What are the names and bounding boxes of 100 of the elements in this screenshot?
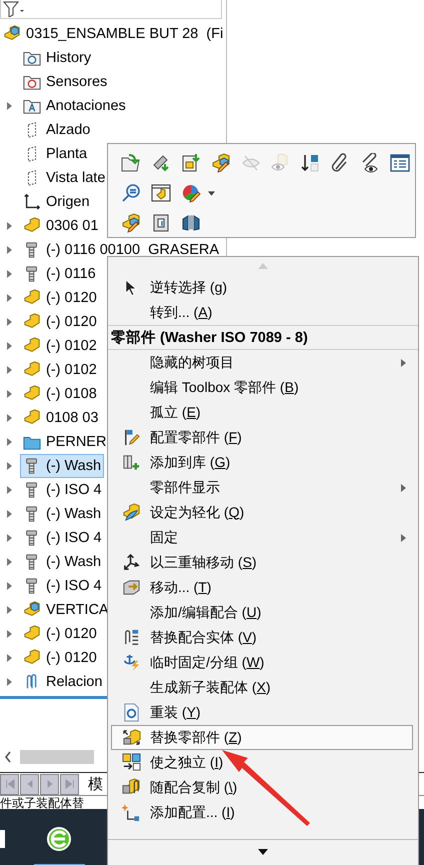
tree-item[interactable]: 0108 03: [20, 406, 102, 430]
tree-item[interactable]: History: [20, 46, 94, 70]
assembly-icon: [23, 601, 41, 619]
tree-item[interactable]: (-) 0102: [20, 334, 100, 358]
tree-item[interactable]: Relacion: [20, 670, 106, 694]
expand-arrow-icon[interactable]: [7, 318, 13, 326]
menu-header: 零部件 (Washer ISO 7089 - 8): [108, 325, 418, 350]
menu-item[interactable]: 转到... (A): [111, 300, 413, 325]
expand-arrow-icon[interactable]: [7, 486, 13, 494]
tree-item[interactable]: Sensores: [20, 70, 110, 94]
menu-item[interactable]: 替换零部件 (Z): [111, 725, 413, 750]
menu-item[interactable]: 逆转选择 (g): [111, 275, 413, 300]
menu-item[interactable]: 孤立 (E): [111, 400, 413, 425]
expand-arrow-icon[interactable]: [7, 606, 13, 614]
expand-arrow-icon[interactable]: [7, 342, 13, 350]
expand-arrow-icon[interactable]: [7, 102, 13, 110]
menu-item[interactable]: 临时固定/分组 (W): [111, 650, 413, 675]
menu-item[interactable]: 添加到库 (G): [111, 450, 413, 475]
tree-item[interactable]: Vista late: [20, 166, 108, 190]
expand-arrow-icon[interactable]: [7, 510, 13, 518]
star-tree-icon: [122, 803, 140, 822]
menu-item[interactable]: 固定: [111, 525, 413, 550]
tree-item[interactable]: (-) ISO 4: [20, 526, 105, 550]
filter-icon[interactable]: [3, 1, 25, 17]
expand-arrow-icon[interactable]: [7, 246, 13, 254]
expand-arrow-icon[interactable]: [7, 630, 13, 638]
assembly-icon: [3, 25, 21, 43]
tree-item[interactable]: (-) ISO 4: [20, 574, 105, 598]
expand-arrow-icon[interactable]: [7, 438, 13, 446]
caret-icon[interactable]: [208, 190, 215, 196]
start-button[interactable]: [0, 830, 5, 848]
tree-item[interactable]: (-) Wash: [20, 454, 104, 478]
menu-item[interactable]: 添加/编辑配合 (U): [111, 600, 413, 625]
scroll-down-icon[interactable]: [258, 849, 268, 855]
tree-item[interactable]: (-) 0116: [20, 262, 99, 286]
first-button[interactable]: [0, 774, 19, 794]
box-arrow-icon: [122, 578, 140, 597]
anchor-lightning-icon: [122, 653, 140, 672]
menu-item[interactable]: 以三重轴移动 (S): [111, 550, 413, 575]
tree-item[interactable]: (-) Wash: [20, 550, 104, 574]
tree-item[interactable]: (-) 0102: [20, 358, 100, 382]
expand-arrow-icon[interactable]: [7, 462, 13, 470]
expand-arrow-icon[interactable]: [7, 222, 13, 230]
menu-item[interactable]: 替换配合实体 (V): [111, 625, 413, 650]
tree-item[interactable]: (-) 0120: [20, 646, 100, 670]
expand-arrow-icon[interactable]: [7, 582, 13, 590]
scrollbar-thumb[interactable]: [20, 750, 94, 764]
tree-item[interactable]: 0315_ENSAMBLE BUT 28 (Fi: [0, 22, 226, 46]
expand-arrow-icon[interactable]: [7, 414, 13, 422]
eye-block-icon: [270, 153, 290, 173]
last-button[interactable]: [60, 774, 79, 794]
menu-item[interactable]: 设定为轻化 (Q): [111, 500, 413, 525]
tree-item[interactable]: (-) Wash: [20, 502, 104, 526]
tree-item[interactable]: Alzado: [20, 118, 94, 142]
books-plus-icon: [122, 453, 140, 472]
block-pencil-icon: [121, 213, 141, 233]
expand-arrow-icon[interactable]: [7, 654, 13, 662]
parts-swap-icon: [122, 728, 140, 747]
window-block-icon: [151, 183, 171, 203]
cylinder-arrow-icon: [150, 153, 171, 173]
expand-arrow-icon[interactable]: [7, 534, 13, 542]
tree-item[interactable]: (-) ISO 4: [20, 478, 105, 502]
tree-item[interactable]: (-) 0120: [20, 310, 100, 334]
next-button[interactable]: [40, 774, 59, 794]
expand-arrow-icon[interactable]: [7, 558, 13, 566]
expand-arrow-icon[interactable]: [7, 294, 13, 302]
menu-item[interactable]: 生成新子装配体 (X): [111, 675, 413, 700]
menu-item[interactable]: 配置零部件 (F): [111, 425, 413, 450]
last-icon: [64, 778, 74, 790]
assembly-icon: [23, 649, 41, 667]
menu-item[interactable]: 使之独立 (I): [111, 750, 413, 775]
tree-item[interactable]: Origen: [20, 190, 93, 214]
browser-icon[interactable]: [45, 824, 73, 852]
expand-arrow-icon[interactable]: [7, 366, 13, 374]
assembly-icon: [23, 361, 41, 379]
tree-item[interactable]: (-) 0120: [20, 622, 100, 646]
eye-slash-icon: [240, 153, 261, 173]
tree-item[interactable]: (-) 0108: [20, 382, 100, 406]
expand-arrow-icon[interactable]: [7, 390, 13, 398]
tree-item[interactable]: 0306 01: [20, 214, 102, 238]
frame-icon: [151, 213, 171, 233]
menu-item[interactable]: 重装 (Y): [111, 700, 413, 725]
tree-item[interactable]: VERTICA: [20, 598, 112, 622]
tree-item[interactable]: Planta: [20, 142, 90, 166]
menu-item[interactable]: 移动... (T): [111, 575, 413, 600]
assembly-icon: [23, 313, 41, 331]
assembly-icon: [23, 337, 41, 355]
tree-item[interactable]: Anotaciones: [20, 94, 129, 118]
tree-item[interactable]: (-) 0120: [20, 286, 100, 310]
tree-item[interactable]: PERNER: [20, 430, 110, 454]
expand-arrow-icon[interactable]: [7, 678, 13, 686]
previous-button[interactable]: [20, 774, 39, 794]
tree-item[interactable]: (-) 0116 00100_GRASERA: [20, 238, 222, 262]
menu-item[interactable]: 隐藏的树项目: [111, 350, 413, 375]
menu-item[interactable]: 编辑 Toolbox 零部件 (B): [111, 375, 413, 400]
tab[interactable]: 模: [88, 774, 103, 794]
annotation-folder-icon: [23, 97, 41, 115]
menu-item[interactable]: 零部件显示: [111, 475, 413, 500]
expand-arrow-icon[interactable]: [7, 270, 13, 278]
scroll-left-icon[interactable]: [4, 751, 12, 763]
